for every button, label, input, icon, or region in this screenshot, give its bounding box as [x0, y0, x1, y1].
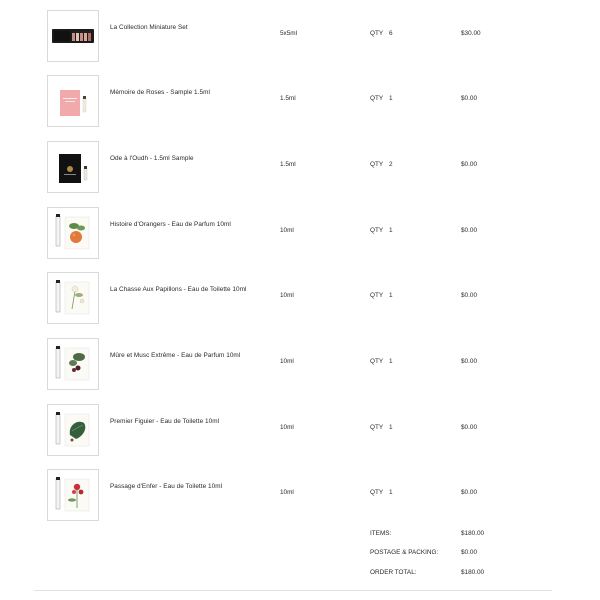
product-size: 10ml: [280, 227, 294, 234]
qty-value: 1: [389, 489, 393, 496]
bottom-divider: [34, 590, 552, 591]
product-size: 10ml: [280, 292, 294, 299]
product-thumbnail: [47, 141, 99, 193]
product-thumbnail: [47, 10, 99, 62]
postage-label: POSTAGE & PACKING:: [370, 549, 439, 556]
product-name[interactable]: Premier Figuier - Eau de Toilette 10ml: [110, 418, 219, 425]
product-price: $0.00: [461, 227, 477, 234]
product-price: $30.00: [461, 30, 481, 37]
product-size: 10ml: [280, 489, 294, 496]
order-item-row: La Chasse Aux Papillons - Eau de Toilett…: [0, 272, 600, 327]
product-name[interactable]: Passage d'Enfer - Eau de Toilette 10ml: [110, 483, 222, 490]
product-name[interactable]: Mûre et Musc Extrême - Eau de Parfum 10m…: [110, 352, 240, 359]
product-name[interactable]: Histoire d'Orangers - Eau de Parfum 10ml: [110, 221, 231, 228]
postage-value: $0.00: [461, 549, 477, 556]
product-name[interactable]: La Collection Miniature Set: [110, 24, 188, 31]
product-price: $0.00: [461, 489, 477, 496]
qty-label: QTY: [370, 292, 384, 299]
qty-label: QTY: [370, 161, 384, 168]
qty-label: QTY: [370, 358, 384, 365]
product-thumbnail: [47, 272, 99, 324]
qty-value: 1: [389, 424, 393, 431]
product-size: 5x5ml: [280, 30, 298, 37]
product-name[interactable]: Mémoire de Roses - Sample 1.5ml: [110, 89, 210, 96]
qty-label: QTY: [370, 30, 384, 37]
product-price: $0.00: [461, 292, 477, 299]
white-flower-botanical-image: [55, 280, 90, 315]
product-name[interactable]: La Chasse Aux Papillons - Eau de Toilett…: [110, 286, 246, 293]
qty-value: 1: [389, 292, 393, 299]
product-price: $0.00: [461, 95, 477, 102]
product-thumbnail: [47, 404, 99, 456]
items-value: $180.00: [461, 530, 485, 537]
order-total-label: ORDER TOTAL:: [370, 569, 417, 576]
items-label: ITEMS:: [370, 530, 392, 537]
black-sample-card-image: [59, 154, 88, 183]
order-item-row: Passage d'Enfer - Eau de Toilette 10ml 1…: [0, 469, 600, 524]
product-price: $0.00: [461, 358, 477, 365]
qty-value: 6: [389, 30, 393, 37]
qty-value: 1: [389, 358, 393, 365]
qty-value: 1: [389, 227, 393, 234]
order-item-row: Premier Figuier - Eau de Toilette 10ml 1…: [0, 404, 600, 459]
product-size: 10ml: [280, 424, 294, 431]
qty-value: 2: [389, 161, 393, 168]
product-size: 10ml: [280, 358, 294, 365]
product-thumbnail: [47, 469, 99, 521]
qty-label: QTY: [370, 424, 384, 431]
items-subtotal-line: ITEMS: $180.00: [0, 530, 600, 542]
order-total-line: ORDER TOTAL: $180.00: [0, 569, 600, 581]
red-lily-botanical-image: [55, 477, 90, 512]
product-thumbnail: [47, 338, 99, 390]
miniature-set-box-image: [52, 29, 94, 43]
order-item-row: Ode à l'Oudh - 1.5ml Sample 1.5ml QTY 2 …: [0, 141, 600, 196]
product-name[interactable]: Ode à l'Oudh - 1.5ml Sample: [110, 155, 194, 162]
product-thumbnail: [47, 75, 99, 127]
orange-botanical-image: [55, 214, 90, 250]
qty-label: QTY: [370, 227, 384, 234]
pink-sample-card-image: [60, 90, 87, 116]
order-item-row: La Collection Miniature Set 5x5ml QTY 6 …: [0, 10, 600, 65]
product-thumbnail: [47, 207, 99, 259]
product-price: $0.00: [461, 161, 477, 168]
fig-leaf-botanical-image: [55, 412, 90, 447]
order-total-value: $180.00: [461, 569, 485, 576]
order-item-row: Mémoire de Roses - Sample 1.5ml 1.5ml QT…: [0, 75, 600, 130]
postage-line: POSTAGE & PACKING: $0.00: [0, 549, 600, 561]
qty-label: QTY: [370, 95, 384, 102]
product-size: 1.5ml: [280, 161, 296, 168]
order-item-row: Mûre et Musc Extrême - Eau de Parfum 10m…: [0, 338, 600, 393]
product-size: 1.5ml: [280, 95, 296, 102]
qty-label: QTY: [370, 489, 384, 496]
order-item-row: Histoire d'Orangers - Eau de Parfum 10ml…: [0, 207, 600, 262]
qty-value: 1: [389, 95, 393, 102]
product-price: $0.00: [461, 424, 477, 431]
blackberry-botanical-image: [55, 346, 90, 381]
